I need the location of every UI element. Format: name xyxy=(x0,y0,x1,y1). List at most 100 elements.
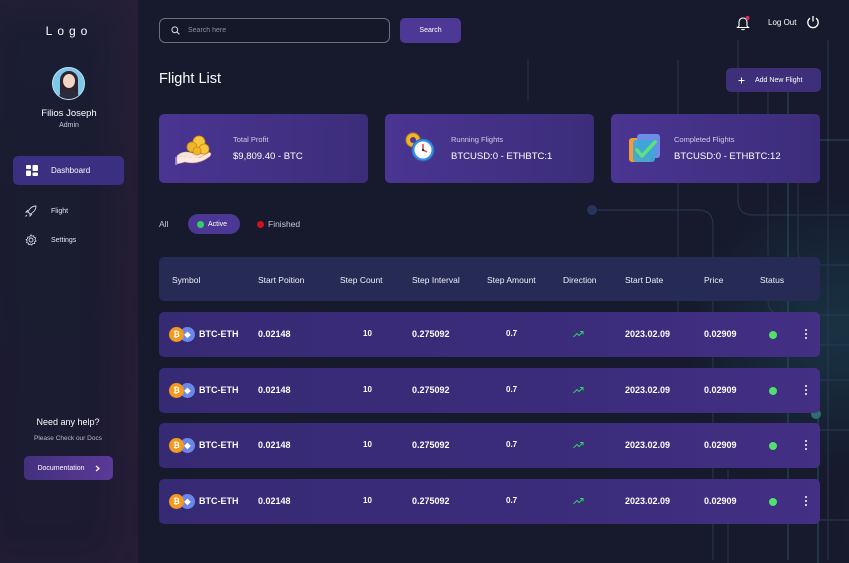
active-dot-icon xyxy=(197,220,204,228)
running-flights-label: Running Flights xyxy=(451,135,504,144)
coin-pair-icon: ₿ ◆ xyxy=(169,494,197,509)
step-count-cell: 10 xyxy=(363,329,372,338)
status-indicator xyxy=(769,387,777,395)
table-row[interactable]: ₿ ◆ BTC-ETH 0.02148 10 0.275092 0.7 2023… xyxy=(159,423,820,468)
bell-icon[interactable] xyxy=(736,15,750,31)
more-options-icon[interactable] xyxy=(804,385,807,395)
money-hand-icon xyxy=(175,135,212,165)
column-header-step-amount: Step Amount xyxy=(487,275,536,285)
column-header-step-count: Step Count xyxy=(340,275,383,285)
trend-up-icon xyxy=(573,331,584,338)
search-button[interactable]: Search xyxy=(400,18,461,43)
sidebar-item-flight[interactable]: Flight xyxy=(25,203,125,219)
price-cell: 0.02909 xyxy=(704,329,737,339)
checkbox-icon xyxy=(629,134,660,162)
price-cell: 0.02909 xyxy=(704,496,737,506)
logout-label[interactable]: Log Out xyxy=(768,18,796,27)
add-new-flight-button[interactable]: Add New Flight xyxy=(726,68,821,92)
step-interval-cell: 0.275092 xyxy=(412,329,450,339)
completed-flights-card: Completed Flights BTCUSD:0 - ETHBTC:12 xyxy=(611,114,820,183)
start-position-cell: 0.02148 xyxy=(258,496,291,506)
search-icon xyxy=(171,26,180,35)
symbol-cell: BTC-ETH xyxy=(199,329,239,339)
clock-gear-icon xyxy=(405,132,435,162)
sidebar-item-settings[interactable]: Settings xyxy=(25,232,125,248)
start-position-cell: 0.02148 xyxy=(258,440,291,450)
more-options-icon[interactable] xyxy=(804,496,807,506)
price-cell: 0.02909 xyxy=(704,385,737,395)
gear-icon xyxy=(25,234,37,246)
step-count-cell: 10 xyxy=(363,496,372,505)
coin-pair-icon: ₿ ◆ xyxy=(169,327,197,342)
add-new-flight-label: Add New Flight xyxy=(755,76,803,84)
plus-icon xyxy=(738,77,745,83)
bitcoin-icon: ₿ xyxy=(169,383,184,398)
coin-pair-icon: ₿ ◆ xyxy=(169,438,197,453)
step-amount-cell: 0.7 xyxy=(506,329,518,338)
help-subtitle: Please Check our Docs xyxy=(34,435,102,442)
filter-finished[interactable]: Finished xyxy=(257,218,300,230)
total-profit-card: Total Profit $9,809.40 - BTC xyxy=(159,114,368,183)
avatar[interactable] xyxy=(52,67,85,100)
trend-up-icon xyxy=(573,442,584,449)
sidebar: Logo Filios Joseph Admin Dashboard Fligh… xyxy=(0,0,138,563)
column-header-symbol: Symbol xyxy=(172,275,201,285)
search-box xyxy=(159,18,390,43)
documentation-label: Documentation xyxy=(37,464,85,472)
step-amount-cell: 0.7 xyxy=(506,496,518,505)
step-count-cell: 10 xyxy=(363,385,372,394)
table-row[interactable]: ₿ ◆ BTC-ETH 0.02148 10 0.275092 0.7 2023… xyxy=(159,312,820,357)
table-row[interactable]: ₿ ◆ BTC-ETH 0.02148 10 0.275092 0.7 2023… xyxy=(159,479,820,524)
user-role: Admin xyxy=(59,122,79,129)
finished-dot-icon xyxy=(257,220,264,228)
column-header-start-date: Start Date xyxy=(625,275,664,285)
documentation-button[interactable]: Documentation xyxy=(24,456,113,480)
column-header-step-interval: Step Interval xyxy=(412,275,460,285)
step-amount-cell: 0.7 xyxy=(506,440,518,449)
dashboard-icon xyxy=(26,165,38,176)
search-input[interactable] xyxy=(188,27,378,34)
running-flights-card: Running Flights BTCUSD:0 - ETHBTC:1 xyxy=(385,114,594,183)
page-title: Flight List xyxy=(159,71,222,87)
total-profit-value: $9,809.40 - BTC xyxy=(233,151,303,162)
help-title: Need any help? xyxy=(36,417,100,427)
table-header: Symbol Start Poition Step Count Step Int… xyxy=(159,257,820,301)
price-cell: 0.02909 xyxy=(704,440,737,450)
filter-active[interactable]: Active xyxy=(188,214,240,234)
app-logo[interactable]: Logo xyxy=(0,24,138,38)
sidebar-item-dashboard[interactable]: Dashboard xyxy=(13,156,124,185)
filter-active-label: Active xyxy=(208,220,228,228)
power-icon[interactable] xyxy=(806,15,820,29)
table-row[interactable]: ₿ ◆ BTC-ETH 0.02148 10 0.275092 0.7 2023… xyxy=(159,368,820,413)
more-options-icon[interactable] xyxy=(804,440,807,450)
symbol-cell: BTC-ETH xyxy=(199,385,239,395)
start-position-cell: 0.02148 xyxy=(258,329,291,339)
trend-up-icon xyxy=(573,387,584,394)
column-header-price: Price xyxy=(704,275,724,285)
filter-finished-label: Finished xyxy=(268,219,301,229)
start-position-cell: 0.02148 xyxy=(258,385,291,395)
sidebar-item-label: Flight xyxy=(51,207,69,215)
running-flights-value: BTCUSD:0 - ETHBTC:1 xyxy=(451,151,553,162)
column-header-start-position: Start Poition xyxy=(258,275,305,285)
chevron-right-icon xyxy=(95,465,100,471)
start-date-cell: 2023.02.09 xyxy=(625,329,671,339)
filter-all[interactable]: All xyxy=(159,219,168,229)
column-header-direction: Direction xyxy=(563,275,597,285)
status-indicator xyxy=(769,498,777,506)
completed-flights-value: BTCUSD:0 - ETHBTC:12 xyxy=(674,151,781,162)
more-options-icon[interactable] xyxy=(804,329,807,339)
rocket-icon xyxy=(25,205,37,217)
bitcoin-icon: ₿ xyxy=(169,438,184,453)
column-header-status: Status xyxy=(760,275,785,285)
trend-up-icon xyxy=(573,498,584,505)
symbol-cell: BTC-ETH xyxy=(199,440,239,450)
user-name: Filios Joseph xyxy=(41,108,97,119)
sidebar-item-label: Dashboard xyxy=(51,166,91,175)
start-date-cell: 2023.02.09 xyxy=(625,385,671,395)
bitcoin-icon: ₿ xyxy=(169,327,184,342)
step-interval-cell: 0.275092 xyxy=(412,385,450,395)
step-interval-cell: 0.275092 xyxy=(412,440,450,450)
step-interval-cell: 0.275092 xyxy=(412,496,450,506)
bitcoin-icon: ₿ xyxy=(169,494,184,509)
